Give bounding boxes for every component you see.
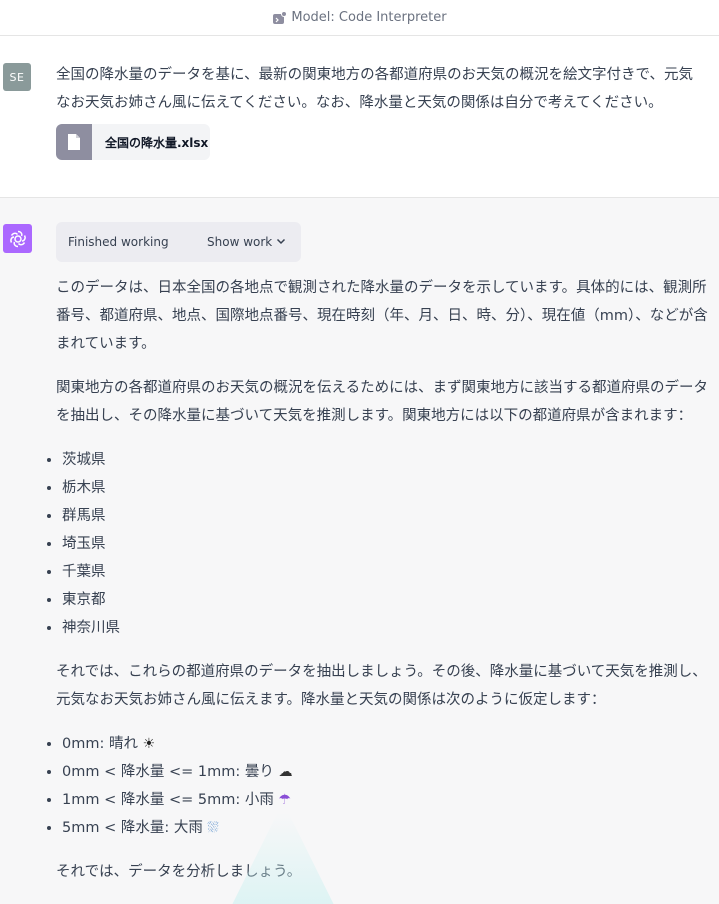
list-item: 1mm < 降水量 <= 5mm: 小雨 ☂ (47, 786, 711, 814)
user-message: SE 全国の降水量のデータを基に、最新の関東地方の各都道府県のお天気の概況を絵文… (0, 37, 719, 198)
heavy-rain-icon: ⛆ (207, 820, 219, 836)
attachment-chip[interactable]: 全国の降水量.xlsx (56, 124, 210, 160)
rule-text: 0mm < 降水量 <= 1mm: 曇り (62, 764, 279, 780)
list-item: 茨城県 (47, 446, 711, 474)
work-status: Finished working (68, 235, 169, 249)
list-item: 群馬県 (47, 502, 711, 530)
umbrella-icon: ☂ (278, 792, 292, 808)
prefecture-list: 茨城県 栃木県 群馬県 埼玉県 千葉県 東京都 神奈川県 (47, 446, 711, 642)
model-header: Model: Code Interpreter (0, 0, 719, 36)
list-item: 0mm < 降水量 <= 1mm: 曇り ☁ (47, 758, 711, 786)
paragraph: このデータは、日本全国の各地点で観測された降水量のデータを示しています。具体的に… (56, 280, 708, 352)
paragraph: それでは、データを分析しましょう。 (56, 864, 302, 880)
assistant-content: このデータは、日本全国の各地点で観測された降水量のデータを示しています。具体的に… (47, 274, 711, 902)
list-item: 千葉県 (47, 558, 711, 586)
code-interpreter-icon (272, 11, 288, 26)
rule-text: 0mm: 晴れ (62, 736, 143, 752)
attachment-name: 全国の降水量.xlsx (105, 135, 209, 150)
list-item: 栃木県 (47, 474, 711, 502)
sun-icon: ☀ (142, 736, 156, 752)
rule-text: 5mm < 降水量: 大雨 (62, 820, 208, 836)
paragraph: 関東地方の各都道府県のお天気の概況を伝えるためには、まず関東地方に該当する都道府… (56, 380, 709, 424)
show-work-button[interactable]: Show work (207, 235, 272, 249)
cloud-icon: ☁ (278, 764, 293, 780)
list-item: 5mm < 降水量: 大雨 ⛆ (47, 814, 711, 842)
user-avatar: SE (3, 63, 31, 91)
list-item: 東京都 (47, 586, 711, 614)
assistant-message: Finished working Show work このデータは、日本全国の各… (0, 198, 719, 904)
model-label: Model: Code Interpreter (291, 10, 447, 25)
paragraph: それでは、これらの都道府県のデータを抽出しましょう。その後、降水量に基づいて天気… (56, 664, 707, 708)
list-item: 埼玉県 (47, 530, 711, 558)
list-item: 神奈川県 (47, 614, 711, 642)
file-icon (56, 124, 92, 160)
chevron-down-icon[interactable] (275, 235, 287, 250)
weather-rule-list: 0mm: 晴れ ☀ 0mm < 降水量 <= 1mm: 曇り ☁ 1mm < 降… (47, 730, 711, 842)
user-message-text: 全国の降水量のデータを基に、最新の関東地方の各都道府県のお天気の概況を絵文字付き… (56, 67, 693, 111)
rule-text: 1mm < 降水量 <= 5mm: 小雨 (62, 792, 279, 808)
work-status-pill: Finished working Show work (56, 222, 301, 262)
list-item: 0mm: 晴れ ☀ (47, 730, 711, 758)
openai-logo-icon (3, 224, 32, 253)
